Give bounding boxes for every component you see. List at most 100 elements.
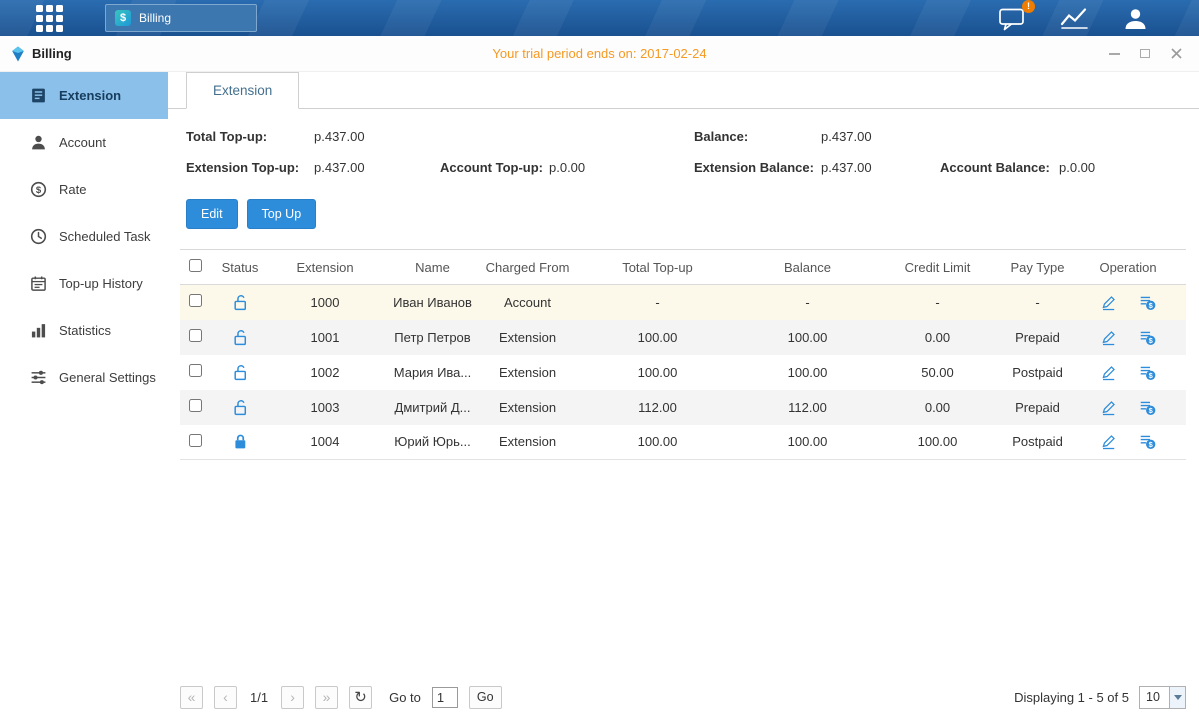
sidebar-item-label: Rate [59,182,86,197]
col-total-topup: Total Top-up [570,250,745,285]
monitor-chart-icon[interactable] [1059,6,1090,30]
table-row[interactable]: 1001 Петр Петров Extension 100.00 100.00… [180,320,1186,355]
unlocked-icon[interactable] [232,364,249,381]
topup-icon[interactable]: $ [1139,294,1156,311]
cell-balance: 100.00 [745,355,870,390]
bar-chart-icon [30,322,47,339]
sidebar-item-account[interactable]: Account [0,119,168,166]
select-all-checkbox[interactable] [189,259,202,272]
cell-name: Иван Иванов [380,285,485,320]
cell-name: Дмитрий Д... [380,390,485,425]
cell-extension: 1004 [270,425,380,460]
sidebar-item-general-settings[interactable]: General Settings [0,354,168,401]
row-checkbox[interactable] [189,329,202,342]
topup-icon[interactable]: $ [1139,433,1156,450]
edit-button[interactable]: Edit [186,199,238,229]
messages-icon[interactable]: ! [998,6,1027,31]
sliders-icon [30,369,47,386]
unlocked-icon[interactable] [232,399,249,416]
unlocked-icon[interactable] [232,294,249,311]
cell-extension: 1003 [270,390,380,425]
sidebar-item-topup-history[interactable]: Top-up History [0,260,168,307]
cell-pay-type: Prepaid [1005,390,1070,425]
page-size-select[interactable]: 10 [1139,686,1186,709]
balance-label: Balance: [694,129,821,144]
user-menu-icon[interactable] [1122,6,1149,31]
billing-logo-icon [10,46,26,62]
edit-icon[interactable] [1100,399,1117,416]
sidebar-item-extension[interactable]: Extension [0,72,168,119]
tab-label: Extension [213,83,272,98]
goto-label: Go to [389,690,421,705]
sidebar-item-label: Statistics [59,323,111,338]
edit-icon[interactable] [1100,329,1117,346]
calendar-icon [30,275,47,292]
row-checkbox[interactable] [189,294,202,307]
row-checkbox[interactable] [189,434,202,447]
table-row[interactable]: 1002 Мария Ива... Extension 100.00 100.0… [180,355,1186,390]
table-row[interactable]: 1003 Дмитрий Д... Extension 112.00 112.0… [180,390,1186,425]
topbar-tab-billing[interactable]: $ Billing [105,4,257,32]
col-balance: Balance [745,250,870,285]
topup-icon[interactable]: $ [1139,329,1156,346]
pagination-bar: « ‹ 1/1 › » ↻ Go to Go Displaying 1 - 5 … [180,682,1186,712]
edit-icon[interactable] [1100,433,1117,450]
cell-charged-from: Extension [485,425,570,460]
row-checkbox[interactable] [189,399,202,412]
col-pay-type: Pay Type [1005,250,1070,285]
clock-icon [30,228,47,245]
sidebar-item-statistics[interactable]: Statistics [0,307,168,354]
tab-bar: Extension [168,72,1199,109]
cell-credit-limit: 0.00 [870,320,1005,355]
unlocked-icon[interactable] [232,329,249,346]
col-charged-from: Charged From [485,250,570,285]
topup-icon[interactable]: $ [1139,364,1156,381]
topbar: $ Billing ! [0,0,1199,36]
last-page-button[interactable]: » [315,686,338,709]
window-controls [1107,47,1199,61]
sidebar: Extension Account $ Rate Scheduled Task [0,72,168,720]
sidebar-item-rate[interactable]: $ Rate [0,166,168,213]
next-page-button[interactable]: › [281,686,304,709]
prev-page-button[interactable]: ‹ [214,686,237,709]
table-row[interactable]: 1004 Юрий Юрь... Extension 100.00 100.00… [180,425,1186,460]
locked-icon[interactable] [232,433,249,450]
account-balance-label: Account Balance: [940,160,1059,175]
top-up-button[interactable]: Top Up [247,199,317,229]
cell-extension: 1002 [270,355,380,390]
cell-extension: 1000 [270,285,380,320]
tab-extension[interactable]: Extension [186,72,299,109]
total-topup-label: Total Top-up: [186,129,314,144]
topup-icon[interactable]: $ [1139,399,1156,416]
chevron-down-icon [1169,687,1185,708]
billing-app-window: $ Billing ! [0,0,1199,720]
extension-topup-value: p.437.00 [314,160,440,175]
row-checkbox[interactable] [189,364,202,377]
billing-app-icon: $ [115,10,131,26]
person-icon [1122,6,1149,31]
sidebar-item-label: Account [59,135,106,150]
cell-balance: 100.00 [745,425,870,460]
cell-total-topup: 100.00 [570,425,745,460]
edit-icon[interactable] [1100,294,1117,311]
close-button[interactable] [1169,47,1183,61]
extension-balance-label: Extension Balance: [694,160,821,175]
table-row[interactable]: 1000 Иван Иванов Account - - - - $ [180,285,1186,320]
account-topup-value: p.0.00 [549,160,694,175]
cell-credit-limit: 100.00 [870,425,1005,460]
refresh-button[interactable]: ↻ [349,686,372,709]
maximize-button[interactable] [1138,47,1152,61]
go-button[interactable]: Go [469,686,502,709]
sidebar-item-label: Extension [59,88,121,103]
table-header-row: Status Extension Name Charged From Total… [180,250,1186,285]
edit-icon[interactable] [1100,364,1117,381]
cell-extension: 1001 [270,320,380,355]
first-page-button[interactable]: « [180,686,203,709]
sidebar-item-label: General Settings [59,370,156,385]
sidebar-item-scheduled-task[interactable]: Scheduled Task [0,213,168,260]
apps-grid-icon[interactable] [36,5,63,32]
cell-pay-type: Postpaid [1005,425,1070,460]
minimize-button[interactable] [1107,47,1121,61]
col-credit-limit: Credit Limit [870,250,1005,285]
goto-page-input[interactable] [432,687,458,708]
